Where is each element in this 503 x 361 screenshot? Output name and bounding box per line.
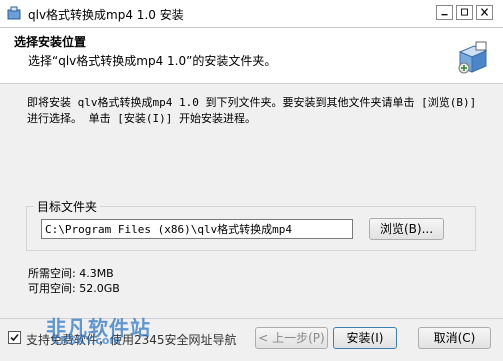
installer-window: qlv格式转换成mp4 1.0 安装 选择安装位置 选择“qlv格式转换成mp4… bbox=[0, 0, 503, 361]
page-subtitle: 选择“qlv格式转换成mp4 1.0”的安装文件夹。 bbox=[28, 54, 277, 68]
minimize-button[interactable] bbox=[436, 5, 453, 20]
space-available: 可用空间: 52.0GB bbox=[28, 282, 120, 295]
browse-button[interactable]: 浏览(B)... bbox=[369, 218, 444, 240]
back-button[interactable]: < 上一步(P) bbox=[255, 327, 328, 349]
window-title: qlv格式转换成mp4 1.0 安装 bbox=[28, 8, 184, 22]
installer-box-icon bbox=[452, 38, 492, 78]
page-header: 选择安装位置 选择“qlv格式转换成mp4 1.0”的安装文件夹。 bbox=[0, 28, 503, 84]
title-bar[interactable]: qlv格式转换成mp4 1.0 安装 bbox=[0, 0, 503, 28]
install-button[interactable]: 安装(I) bbox=[333, 327, 397, 349]
installer-app-icon bbox=[6, 5, 22, 21]
space-required: 所需空间: 4.3MB bbox=[28, 267, 114, 280]
cancel-button[interactable]: 取消(C) bbox=[418, 327, 491, 349]
page-title: 选择安装位置 bbox=[14, 35, 87, 49]
destination-path-input[interactable] bbox=[41, 219, 353, 239]
close-button[interactable] bbox=[476, 5, 493, 20]
support-checkbox[interactable] bbox=[8, 331, 21, 344]
maximize-button[interactable] bbox=[456, 5, 473, 20]
intro-text: 即将安装 qlv格式转换成mp4 1.0 到下列文件夹。要安装到其他文件夹请单击… bbox=[27, 96, 477, 125]
destination-label: 目标文件夹 bbox=[34, 198, 101, 215]
watermark-subtext: CRSKY.com bbox=[52, 334, 121, 347]
